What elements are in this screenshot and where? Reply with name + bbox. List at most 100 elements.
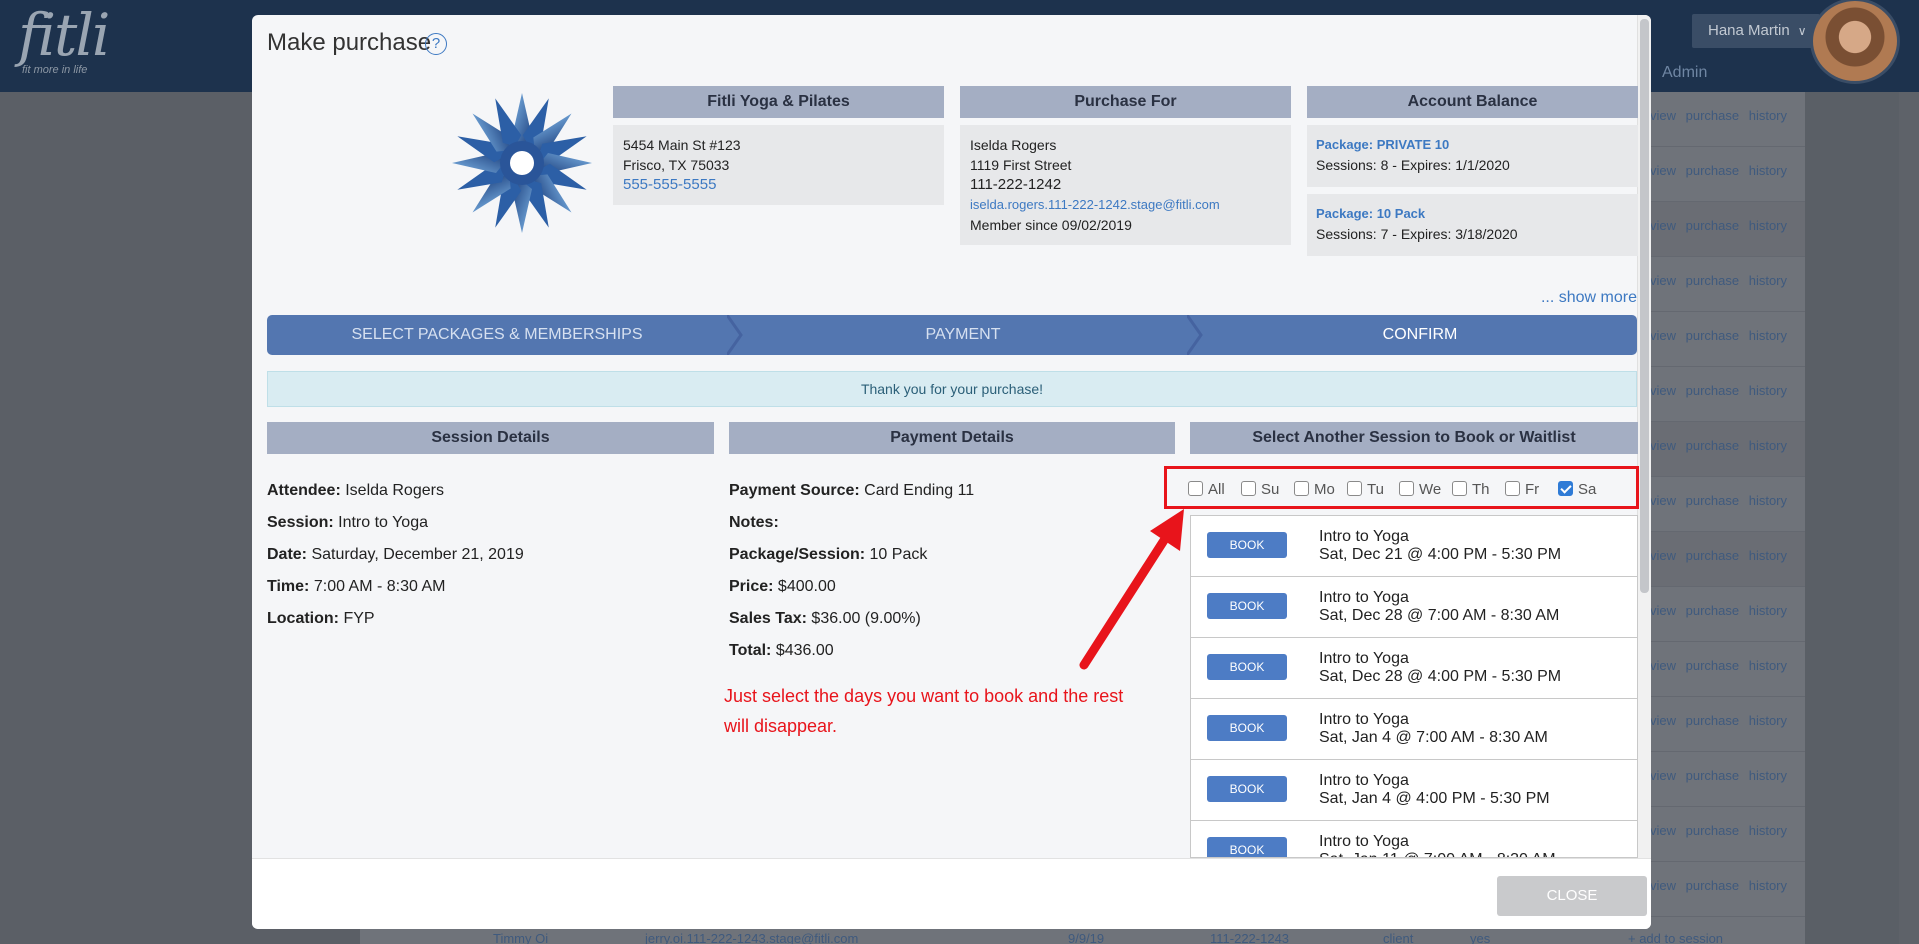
package-card: Package: PRIVATE 10 Sessions: 8 - Expire…: [1307, 125, 1638, 187]
user-menu[interactable]: Hana Martin ∨: [1692, 14, 1820, 48]
book-button[interactable]: BOOK: [1207, 837, 1287, 857]
book-button[interactable]: BOOK: [1207, 654, 1287, 680]
bottom-row-phone: 111-222-1243: [1210, 931, 1290, 944]
book-button[interactable]: BOOK: [1207, 593, 1287, 619]
checkbox-icon[interactable]: [1399, 481, 1414, 496]
detail-label: Notes:: [729, 514, 779, 531]
session-name: Intro to Yoga: [1319, 833, 1409, 850]
detail-row: Notes:: [729, 507, 974, 539]
detail-row: Payment Source: Card Ending 11: [729, 475, 974, 507]
client-phone: 111-222-1242: [970, 176, 1062, 193]
detail-label: Session:: [267, 514, 334, 531]
detail-label: Price:: [729, 578, 774, 595]
bottom-row-add-to-session[interactable]: + add to session: [1628, 931, 1723, 944]
session-time: Sat, Jan 11 @ 7:00 AM - 8:30 AM: [1319, 851, 1556, 857]
avatar[interactable]: [1810, 0, 1900, 84]
package-card: Package: 10 Pack Sessions: 7 - Expires: …: [1307, 194, 1638, 256]
step-separator-icon: [1187, 315, 1203, 355]
client-street: 1119 First Street: [970, 157, 1072, 173]
step-confirm[interactable]: CONFIRM: [1203, 315, 1637, 355]
session-row: BOOK Intro to Yoga Sat, Dec 28 @ 4:00 PM -…: [1191, 638, 1637, 699]
book-button[interactable]: BOOK: [1207, 532, 1287, 558]
detail-value: Iselda Rogers: [345, 482, 444, 499]
admin-tab[interactable]: Admin: [1662, 64, 1707, 82]
session-name: Intro to Yoga: [1319, 528, 1409, 545]
session-row: BOOK Intro to Yoga Sat, Jan 4 @ 4:00 PM - …: [1191, 760, 1637, 821]
detail-value: Card Ending 11: [864, 482, 975, 499]
day-checkbox-we[interactable]: We: [1399, 481, 1441, 498]
member-since: Member since 09/02/2019: [970, 217, 1132, 233]
show-more-link[interactable]: ... show more: [1541, 289, 1637, 307]
step-payment[interactable]: PAYMENT: [743, 315, 1183, 355]
day-checkbox-mo[interactable]: Mo: [1294, 481, 1335, 498]
app-logo[interactable]: fitli: [18, 6, 110, 64]
modal-title: Make purchase: [267, 29, 432, 56]
checkbox-icon[interactable]: [1241, 481, 1256, 496]
session-name: Intro to Yoga: [1319, 589, 1409, 606]
chevron-down-icon: ∨: [1797, 24, 1807, 38]
day-checkbox-su[interactable]: Su: [1241, 481, 1279, 498]
bottom-row-name[interactable]: Timmy Oi: [493, 931, 548, 944]
client-email-link[interactable]: iselda.rogers.111-222-1242.stage@fitli.c…: [970, 195, 1281, 215]
day-checkbox-th[interactable]: Th: [1452, 481, 1490, 498]
day-checkbox-sa[interactable]: Sa: [1558, 481, 1596, 498]
payment-details-heading: Payment Details: [729, 422, 1175, 454]
studio-address-line1: 5454 Main St #123: [623, 137, 741, 153]
session-time: Sat, Dec 21 @ 4:00 PM - 5:30 PM: [1319, 546, 1562, 563]
checkbox-icon[interactable]: [1188, 481, 1203, 496]
book-button[interactable]: BOOK: [1207, 715, 1287, 741]
checkbox-icon[interactable]: [1347, 481, 1362, 496]
purchase-for: Purchase For Iselda Rogers 1119 First St…: [960, 86, 1291, 245]
account-balance-heading: Account Balance: [1307, 86, 1638, 118]
detail-row: Total: $436.00: [729, 635, 974, 667]
day-checkbox-all[interactable]: All: [1188, 481, 1225, 498]
detail-row: Sales Tax: $36.00 (9.00%): [729, 603, 974, 635]
session-row: BOOK Intro to YogaSat, Jan 11 @ 7:00 AM -…: [1191, 821, 1637, 857]
detail-value: $36.00 (9.00%): [811, 610, 921, 627]
session-name: Intro to Yoga: [1319, 772, 1409, 789]
detail-row: Location: FYP: [267, 603, 524, 635]
detail-row: Date: Saturday, December 21, 2019: [267, 539, 524, 571]
session-row: BOOK Intro to Yoga Sat, Jan 4 @ 7:00 AM - …: [1191, 699, 1637, 760]
studio-address: 5454 Main St #123 Frisco, TX 75033 555-5…: [613, 125, 944, 205]
detail-value: $400.00: [777, 578, 836, 595]
session-time: Sat, Jan 4 @ 4:00 PM - 5:30 PM: [1319, 790, 1550, 807]
bottom-row-email[interactable]: jerry.oi.111-222-1243.stage@fitli.com: [645, 931, 858, 944]
purchase-steps: SELECT PACKAGES & MEMBERSHIPS PAYMENT CO…: [267, 315, 1637, 355]
detail-label: Location:: [267, 610, 339, 627]
studio-heading: Fitli Yoga & Pilates: [613, 86, 944, 118]
checkbox-checked-icon[interactable]: [1558, 481, 1573, 496]
step-separator-icon: [727, 315, 743, 355]
checkbox-icon[interactable]: [1294, 481, 1309, 496]
user-name: Hana Martin: [1708, 22, 1790, 39]
detail-label: Payment Source:: [729, 482, 860, 499]
package-detail: Sessions: 8 - Expires: 1/1/2020: [1316, 157, 1510, 173]
package-name-link[interactable]: Package: 10 Pack: [1316, 204, 1629, 224]
purchase-for-details: Iselda Rogers 1119 First Street 111-222-…: [960, 125, 1291, 245]
studio-phone-link[interactable]: 555-555-5555: [623, 175, 934, 195]
close-button[interactable]: CLOSE: [1497, 876, 1647, 916]
modal-scrollbar[interactable]: [1637, 15, 1651, 858]
day-label: Th: [1472, 481, 1490, 498]
detail-label: Time:: [267, 578, 310, 595]
modal-scrollbar-thumb[interactable]: [1640, 19, 1649, 593]
day-checkbox-tu[interactable]: Tu: [1347, 481, 1384, 498]
day-checkbox-fr[interactable]: Fr: [1505, 481, 1539, 498]
day-label: Sa: [1578, 481, 1597, 498]
step-select-packages[interactable]: SELECT PACKAGES & MEMBERSHIPS: [267, 315, 727, 355]
checkbox-icon[interactable]: [1452, 481, 1467, 496]
session-list[interactable]: BOOK Intro to Yoga Sat, Dec 21 @ 4:00 PM -…: [1190, 515, 1638, 858]
book-button[interactable]: BOOK: [1207, 776, 1287, 802]
checkbox-icon[interactable]: [1505, 481, 1520, 496]
purchase-for-heading: Purchase For: [960, 86, 1291, 118]
modal-footer: CLOSE: [252, 858, 1651, 929]
bottom-row-active: yes: [1470, 931, 1491, 944]
package-name-link[interactable]: Package: PRIVATE 10: [1316, 135, 1629, 155]
session-details: Attendee: Iselda Rogers Session: Intro t…: [267, 475, 524, 635]
page-scrollbar[interactable]: [1899, 92, 1919, 944]
help-icon[interactable]: ?: [425, 33, 447, 55]
session-details-heading: Session Details: [267, 422, 714, 454]
annotation-note: Just select the days you want to book an…: [724, 686, 1124, 736]
bottom-row-type: client: [1383, 931, 1414, 944]
payment-details: Payment Source: Card Ending 11 Notes: Pa…: [729, 475, 974, 667]
